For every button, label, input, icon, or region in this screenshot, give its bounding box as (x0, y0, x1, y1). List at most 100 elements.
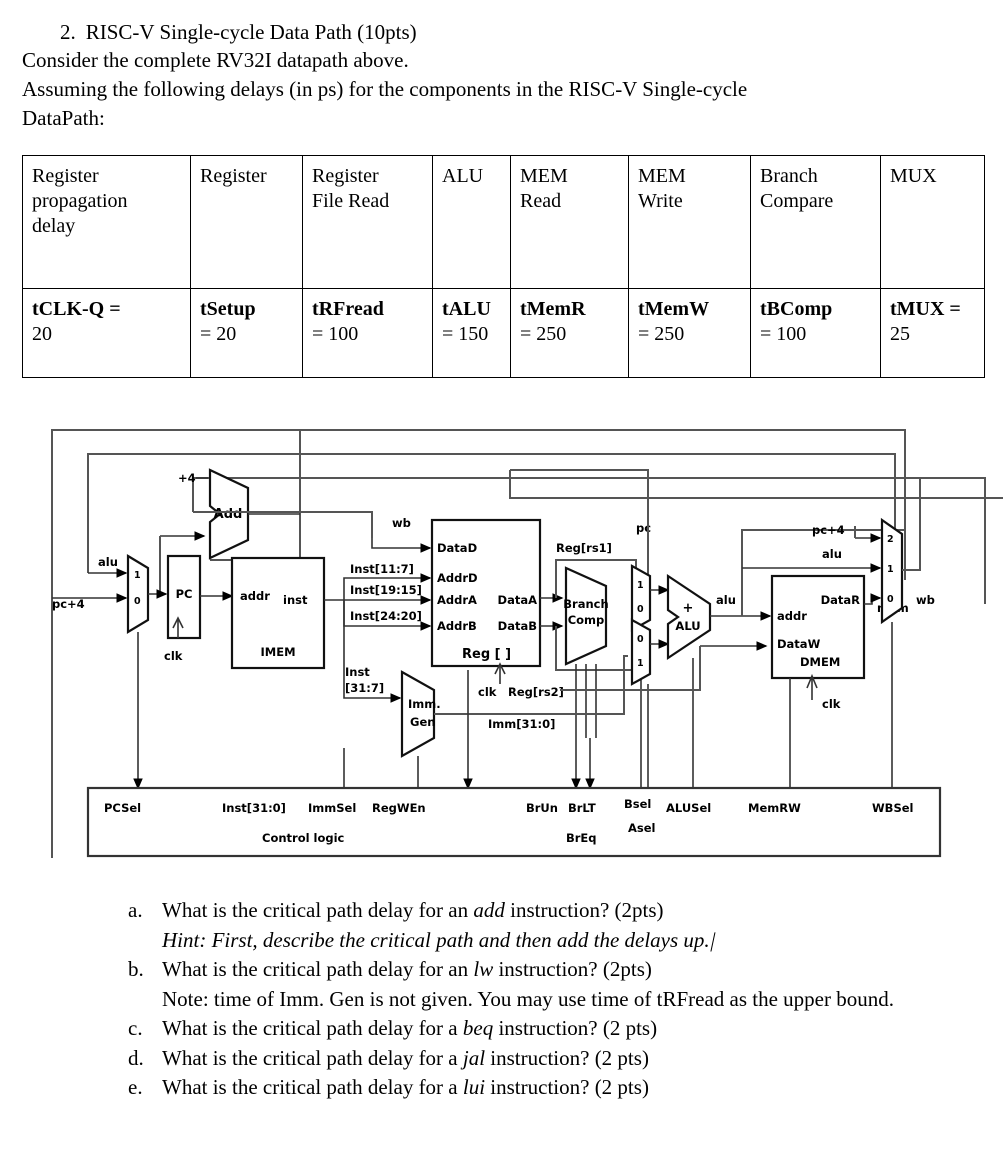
table-header-cell-5: MEM Write (628, 155, 751, 289)
control-signal-brun: BrUn (526, 801, 558, 815)
label-pcplus4-right: pc+4 (812, 523, 845, 537)
question-emphasis: add (473, 898, 505, 922)
table-value-cell-6: tBComp = 100 (750, 288, 881, 378)
riscv-datapath-diagram: .w { stroke:#333; stroke-width:1.6; fill… (0, 408, 1008, 868)
table-value-row: tCLK-Q = 20 tSetup = 20 tRFread = 100 tA… (22, 288, 985, 378)
delay-value: 20 (32, 323, 52, 345)
control-signal-asel: Asel (628, 821, 656, 835)
table-value-cell-7: tMUX = 25 (880, 288, 985, 378)
control-signal-memrw: MemRW (748, 801, 801, 815)
mux-asel-port-0: 0 (637, 604, 644, 615)
label-wb-right: wb (916, 593, 935, 607)
question-text-before: What is the critical path delay for a (162, 1075, 463, 1099)
label-addra: AddrA (437, 593, 477, 607)
question-marker: b. (128, 957, 144, 981)
label-datab: DataB (498, 619, 537, 633)
question-title-text: RISC-V Single-cycle Data Path (10pts) (85, 20, 417, 44)
mux-wbsel-port-2: 2 (887, 534, 894, 545)
table-value-cell-3: tALU = 150 (432, 288, 511, 378)
label-alu-right: alu (822, 547, 842, 561)
delay-symbol: tSetup (200, 298, 256, 320)
mux-pcsel (126, 554, 150, 634)
document-page: 2. RISC-V Single-cycle Data Path (10pts) … (0, 0, 1008, 1174)
add-unit-label: Add (214, 507, 243, 522)
table-header-cell-6: Branch Compare (750, 155, 881, 289)
label-alu-out: alu (716, 593, 736, 607)
question-emphasis: lui (462, 1075, 486, 1099)
question-emphasis: beq (462, 1016, 494, 1040)
question-text-after: instruction? (2 pts) (493, 1016, 658, 1040)
intro-line-1: Consider the complete RV32I datapath abo… (22, 48, 409, 72)
table-header-cell-3: ALU (432, 155, 511, 289)
table-header-row: Register propagation delay Register Regi… (22, 155, 985, 289)
questions-list: a. What is the critical path delay for an… (128, 896, 1008, 1103)
label-dataa: DataA (498, 593, 538, 607)
delay-table: Register propagation delay Register Regi… (22, 155, 985, 378)
question-text-after: instruction? (2 pts) (485, 1075, 649, 1099)
delay-value: = 100 (760, 323, 807, 345)
immgen-block (400, 670, 436, 758)
table-header-cell-4: MEM Read (510, 155, 629, 289)
delay-symbol: tRFread (312, 298, 384, 320)
delay-symbol: tMUX = (890, 298, 961, 320)
label-inst-11-7: Inst[11:7] (350, 562, 414, 576)
label-datad: DataD (437, 541, 477, 555)
delay-symbol: tALU (442, 298, 491, 320)
question-title: 2. RISC-V Single-cycle Data Path (10pts) (60, 18, 982, 46)
mux-bsel-port-1: 1 (637, 658, 644, 669)
delay-symbol: tMemW (638, 298, 710, 320)
delay-symbol: tBComp (760, 298, 833, 320)
label-imm-31-0: Imm[31:0] (488, 717, 555, 731)
wire-top-aux (509, 470, 1003, 499)
question-text-before: What is the critical path delay for a (162, 1045, 463, 1070)
table-value-cell-1: tSetup = 20 (190, 288, 303, 378)
pc-register-label: PC (176, 587, 193, 601)
label-wb-left: wb (392, 516, 411, 530)
question-item-c: c. What is the critical path delay for a … (128, 1014, 1008, 1044)
control-logic-label: Control logic (262, 831, 345, 845)
label-imem-addr: addr (240, 589, 270, 603)
control-signal-brlt: BrLT (568, 801, 596, 815)
delay-value: = 100 (312, 323, 359, 345)
label-inst-31-7-line1: Inst (345, 665, 370, 679)
table-value-cell-5: tMemW = 250 (628, 288, 751, 378)
alu-symbol: + (683, 601, 694, 616)
question-emphasis: jal (462, 1045, 486, 1070)
branch-comp-label-1: Branch (563, 597, 608, 611)
intro-block: 2. RISC-V Single-cycle Data Path (10pts) … (22, 18, 982, 133)
question-text-before: What is the critical path delay for an (162, 898, 474, 922)
question-marker: d. (128, 1045, 144, 1070)
control-signal-immsel: ImmSel (308, 801, 356, 815)
table-header-cell-7: MUX (880, 155, 985, 289)
question-marker: e. (128, 1075, 143, 1099)
control-signal-breq: BrEq (566, 831, 597, 845)
label-datar: DataR (821, 593, 861, 607)
delay-symbol: tCLK-Q = (32, 298, 121, 320)
mux-wbsel-port-0: 0 (887, 594, 894, 605)
label-dmem-addr: addr (777, 609, 807, 623)
control-signal-bsel: Bsel (624, 797, 651, 811)
control-signal-inst: Inst[31:0] (222, 801, 286, 815)
table-header-cell-2: Register File Read (302, 155, 433, 289)
control-signal-wbsel: WBSel (872, 801, 913, 815)
question-text-after: instruction? (2 pts) (485, 1045, 649, 1070)
question-sub-a: Hint: First, describe the critical path … (128, 926, 1008, 956)
question-emphasis: lw (473, 957, 494, 981)
imem-label: IMEM (260, 645, 295, 659)
label-clk-dmem: clk (822, 697, 841, 711)
immgen-label-2: Gen (410, 715, 435, 729)
branch-comp-label-2: Comp (568, 613, 605, 627)
table-header-cell-1: Register (190, 155, 303, 289)
mux-pcsel-port-0: 0 (134, 596, 141, 607)
register-file-label: Reg [ ] (462, 647, 511, 662)
question-number: 2. (60, 20, 76, 44)
control-signal-regwen: RegWEn (372, 801, 426, 815)
dmem-clk-triangle (806, 673, 818, 700)
question-item-e: e. What is the critical path delay for a … (128, 1073, 1008, 1103)
label-pcplus4-pcsel: pc+4 (52, 597, 85, 611)
mux-wbsel-port-1: 1 (887, 564, 894, 575)
mux-asel-port-1: 1 (637, 580, 644, 591)
label-clk-pc: clk (164, 649, 183, 663)
alu-label: ALU (675, 619, 700, 633)
label-clk-regfile: clk (478, 685, 497, 699)
